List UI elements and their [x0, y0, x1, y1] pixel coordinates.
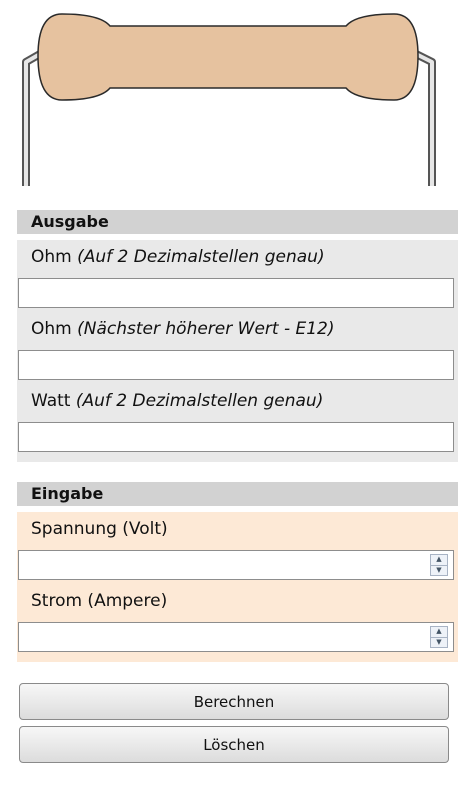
spinner-down-icon[interactable]: ▼: [430, 637, 448, 648]
spinner-up-icon[interactable]: ▲: [430, 626, 448, 638]
voltage-input[interactable]: [18, 550, 454, 580]
current-spinner[interactable]: ▲ ▼: [430, 626, 448, 648]
output-panel: Ausgabe Ohm (Auf 2 Dezimalstellen genau)…: [17, 210, 458, 462]
ohm-label: Ohm (Auf 2 Dezimalstellen genau): [31, 247, 325, 267]
input-panel: Eingabe Spannung (Volt) ▲ ▼ Strom (Amper…: [17, 482, 458, 662]
ohm-e12-label: Ohm (Nächster höherer Wert - E12): [31, 319, 335, 339]
watt-output-field[interactable]: [18, 422, 454, 452]
voltage-spinner[interactable]: ▲ ▼: [430, 554, 448, 576]
clear-button[interactable]: Löschen: [19, 726, 449, 763]
current-label: Strom (Ampere): [31, 591, 168, 611]
resistor-right-lead: [414, 50, 436, 186]
ohm-e12-output-field[interactable]: [18, 350, 454, 380]
input-header: Eingabe: [17, 482, 458, 506]
spinner-up-icon[interactable]: ▲: [430, 554, 448, 566]
resistor-body: [37, 13, 419, 101]
resistor-illustration: [22, 13, 436, 186]
ohm-output-field[interactable]: [18, 278, 454, 308]
current-input[interactable]: [18, 622, 454, 652]
voltage-label: Spannung (Volt): [31, 519, 168, 539]
watt-label: Watt (Auf 2 Dezimalstellen genau): [31, 391, 324, 411]
calculate-button[interactable]: Berechnen: [19, 683, 449, 720]
spinner-down-icon[interactable]: ▼: [430, 565, 448, 576]
output-header: Ausgabe: [17, 210, 458, 234]
resistor-left-lead: [22, 50, 42, 186]
